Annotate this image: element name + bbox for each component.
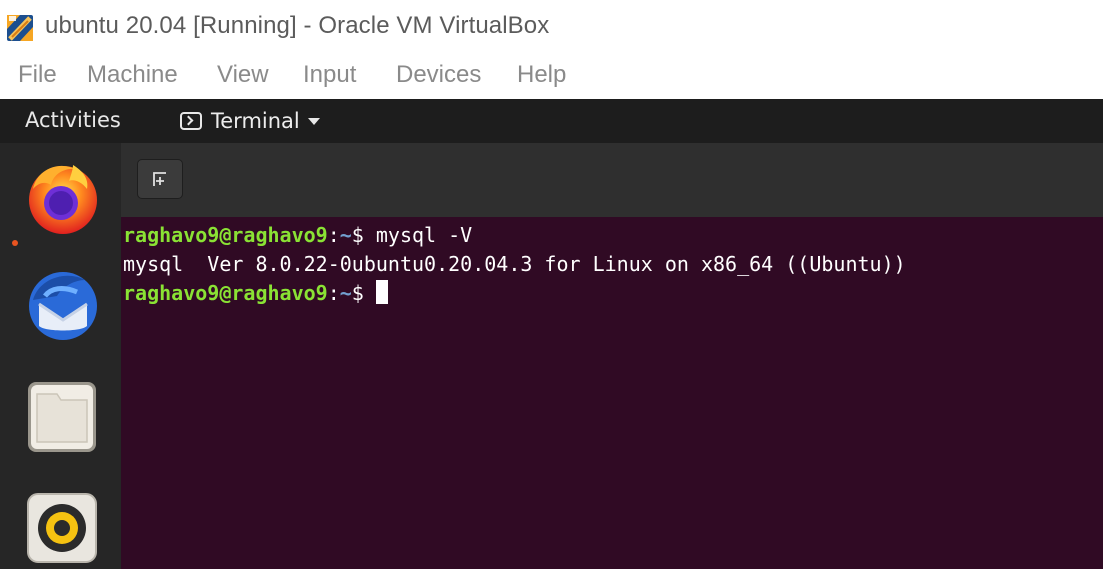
files-icon[interactable] — [23, 378, 101, 456]
menu-help[interactable]: Help — [517, 61, 566, 89]
terminal-output-text: mysql Ver 8.0.22-0ubuntu0.20.04.3 for Li… — [123, 252, 906, 276]
terminal-cursor — [375, 280, 388, 304]
virtualbox-logo-icon — [7, 15, 33, 41]
prompt-sign: $ — [351, 281, 364, 305]
menu-file[interactable]: File — [18, 61, 57, 89]
prompt-user: raghavo9@raghavo9 — [123, 223, 328, 247]
terminal-icon — [180, 112, 202, 130]
app-menu-terminal[interactable]: Terminal — [180, 107, 320, 135]
terminal-line: raghavo9@raghavo9:~$ mysql -V — [123, 223, 473, 247]
vbox-menu-bar: File Machine View Input Devices Help — [0, 54, 1103, 99]
rhythmbox-icon[interactable] — [23, 489, 101, 567]
guest-screen[interactable]: Activities Terminal raghavo9@raghavo9:~$… — [0, 99, 1103, 569]
running-indicator — [12, 240, 18, 246]
terminal-line: mysql Ver 8.0.22-0ubuntu0.20.04.3 for Li… — [123, 250, 906, 278]
menu-machine[interactable]: Machine — [87, 61, 178, 89]
terminal-command: mysql -V — [363, 223, 473, 247]
new-tab-button[interactable] — [137, 159, 183, 199]
terminal-output[interactable]: raghavo9@raghavo9:~$ mysql -V mysql Ver … — [121, 217, 1103, 569]
prompt-path: ~ — [339, 281, 352, 305]
terminal-header-bar — [121, 143, 1103, 218]
terminal-line: raghavo9@raghavo9:~$ — [123, 279, 388, 307]
prompt-path: ~ — [339, 223, 352, 247]
caret-down-icon — [307, 117, 320, 125]
firefox-icon[interactable] — [23, 159, 101, 237]
new-tab-icon — [153, 172, 166, 186]
window-title: ubuntu 20.04 [Running] - Oracle VM Virtu… — [45, 12, 550, 39]
prompt-sign: $ — [351, 223, 364, 247]
activities-button[interactable]: Activities — [25, 108, 121, 132]
prompt-user: raghavo9@raghavo9 — [123, 281, 328, 305]
dock — [0, 143, 121, 569]
menu-view[interactable]: View — [217, 61, 269, 89]
menu-input[interactable]: Input — [303, 61, 356, 89]
vbox-title-bar: ubuntu 20.04 [Running] - Oracle VM Virtu… — [0, 0, 1103, 54]
app-menu-label: Terminal — [211, 109, 300, 133]
gnome-top-bar: Activities Terminal — [0, 99, 1103, 143]
menu-devices[interactable]: Devices — [396, 61, 481, 89]
thunderbird-icon[interactable] — [23, 266, 101, 344]
